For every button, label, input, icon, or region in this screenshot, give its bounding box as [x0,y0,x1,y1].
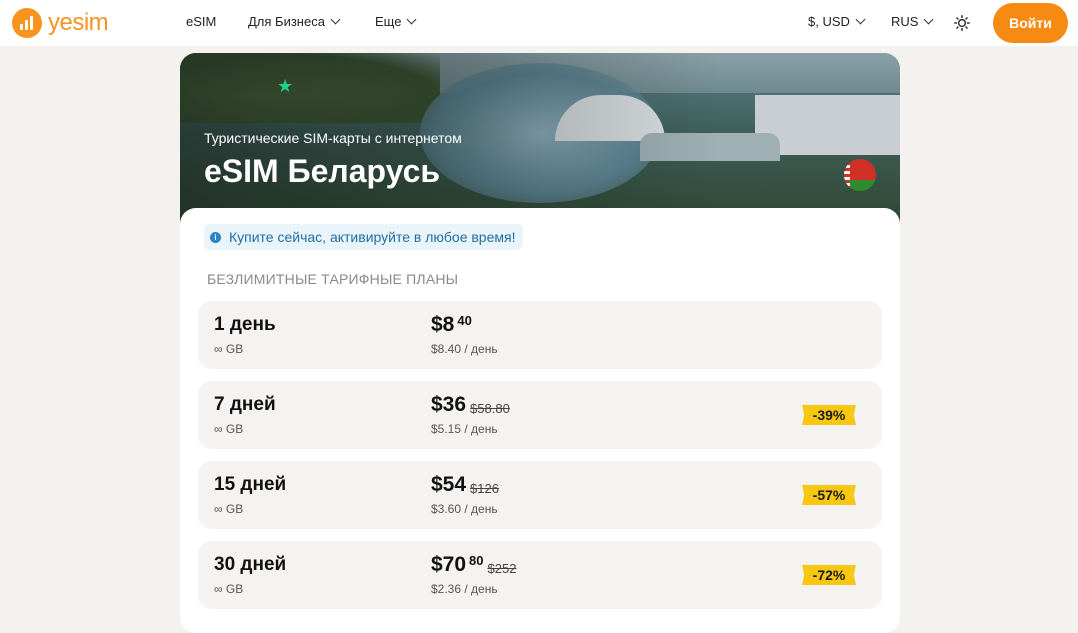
price-per-day: $2.36 / день [431,582,498,596]
plans-panel: i Купите сейчас, активируйте в любое вре… [180,208,900,633]
nav-business-label: Для Бизнеса [248,14,325,29]
discount-badge: -57% [802,485,856,505]
price-per-day: $3.60 / день [431,502,498,516]
plan-card[interactable]: 7 дней ∞ GB $36 $58.80 $5.15 / день -39% [198,381,882,449]
nav-more-label: Еще [375,14,402,29]
nav-business[interactable]: Для Бизнеса [248,14,341,29]
hero-banner: ★ Туристические SIM-карты с интернетом e… [180,53,900,228]
logo[interactable]: yesim [12,8,109,38]
plan-card[interactable]: 30 дней ∞ GB $70 80 $252 $2.36 / день -7… [198,541,882,609]
logo-text: yesim [48,9,109,36]
plan-duration: 15 дней [214,474,287,495]
plan-data: ∞ GB [214,502,244,516]
top-header: yesim eSIM Для Бизнеса Еще $, USD RUS Во… [0,0,1078,46]
price-main: $54 [431,473,467,496]
plan-duration: 1 день [214,314,276,335]
price-old: $58.80 [470,401,510,416]
discount-badge: -72% [802,565,856,585]
price-cents: 40 [457,313,472,328]
yesim-logo-icon [12,8,42,38]
belarus-flag-icon [844,159,876,191]
price-per-day: $5.15 / день [431,422,498,436]
plan-data: ∞ GB [214,582,244,596]
activation-notice: i Купите сейчас, активируйте в любое вре… [204,224,524,250]
plan-card[interactable]: 1 день ∞ GB $8 40 $8.40 / день [198,301,882,369]
plan-price: $70 80 $252 [431,553,516,577]
plan-card[interactable]: 15 дней ∞ GB $54 $126 $3.60 / день -57% [198,461,882,529]
page-title: eSIM Беларусь [204,153,441,189]
plan-duration: 30 дней [214,554,287,575]
country-card: ★ Туристические SIM-карты с интернетом e… [180,53,900,633]
plan-price: $36 $58.80 [431,393,510,417]
plan-price: $54 $126 [431,473,499,497]
nav-esim[interactable]: eSIM [186,14,216,29]
chevron-down-icon [330,14,341,25]
price-per-day: $8.40 / день [431,342,498,356]
hero-subtitle: Туристические SIM-карты с интернетом [204,130,462,146]
currency-label: $, USD [808,14,850,29]
price-old: $126 [470,481,499,496]
theme-toggle-sun-icon[interactable] [954,15,970,31]
discount-badge: -39% [802,405,856,425]
nav-esim-label: eSIM [186,14,217,29]
price-cents: 80 [469,553,484,568]
notice-text: Купите сейчас, активируйте в любое время… [229,229,516,245]
currency-selector[interactable]: $, USD [808,14,866,29]
price-main: $70 [431,553,467,576]
plan-data: ∞ GB [214,342,244,356]
info-icon: i [210,231,221,243]
language-label: RUS [891,14,919,29]
price-main: $8 [431,313,455,336]
section-title: БЕЗЛИМИТНЫЕ ТАРИФНЫЕ ПЛАНЫ [207,271,459,287]
star-icon: ★ [277,76,294,96]
login-button[interactable]: Войти [993,3,1068,43]
plan-duration: 7 дней [214,394,276,415]
plan-data: ∞ GB [214,422,244,436]
plan-price: $8 40 [431,313,472,337]
chevron-down-icon [855,14,866,25]
price-old: $252 [487,561,517,576]
chevron-down-icon [407,14,417,25]
language-selector[interactable]: RUS [891,14,934,29]
nav-more[interactable]: Еще [375,14,417,29]
chevron-down-icon [924,14,934,25]
price-main: $36 [431,393,467,416]
